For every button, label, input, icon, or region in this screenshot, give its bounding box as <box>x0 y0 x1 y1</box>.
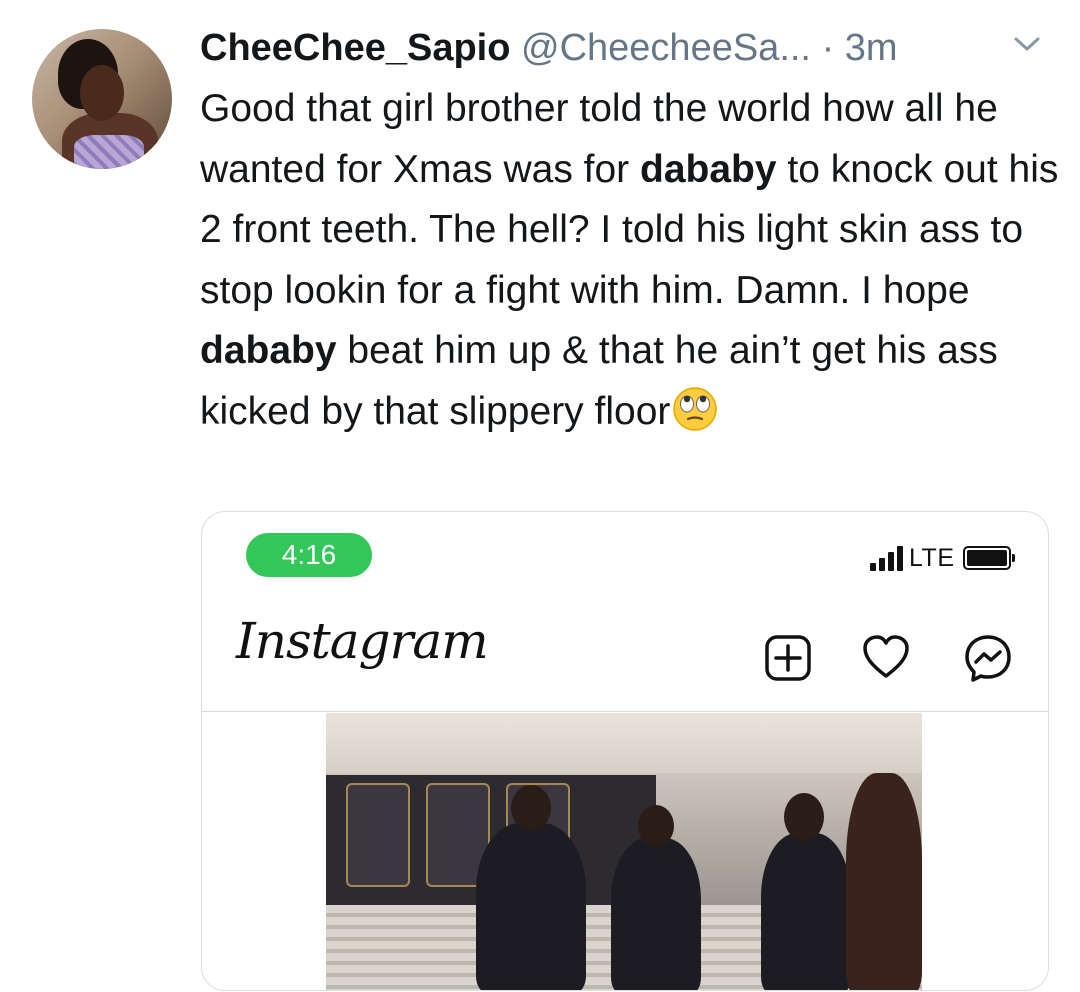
embedded-image[interactable]: 4:16 LTE Instagram <box>201 511 1049 991</box>
messenger-icon <box>965 635 1011 682</box>
tweet-header: CheeChee_Sapio @CheecheeSa... · 3m <box>200 22 1060 74</box>
person <box>846 773 922 990</box>
tweet-text: Good that girl brother told the world ho… <box>200 79 1060 442</box>
avatar-face <box>80 65 124 121</box>
person-head <box>784 793 824 841</box>
signal-bars-icon <box>870 545 903 571</box>
status-bar-right: LTE <box>870 538 1015 578</box>
person <box>761 833 851 990</box>
person-head <box>638 805 674 847</box>
tweet-timestamp[interactable]: 3m <box>845 27 898 69</box>
rolling-eyes-emoji-icon <box>673 386 718 431</box>
video-thumbnail[interactable] <box>326 713 922 990</box>
battery-icon <box>962 546 1015 570</box>
person-head <box>511 785 551 831</box>
plus-square-icon <box>765 635 811 681</box>
divider <box>202 711 1048 712</box>
status-time: 4:16 <box>246 533 372 577</box>
network-type: LTE <box>909 543 955 572</box>
header-separator: · <box>821 27 835 69</box>
instagram-logo: Instagram <box>236 612 489 670</box>
person <box>611 838 701 990</box>
heart-icon <box>863 635 909 678</box>
person <box>476 823 586 990</box>
user-handle[interactable]: @CheecheeSa... <box>521 27 811 69</box>
chevron-down-icon[interactable] <box>1012 34 1042 54</box>
bold-mention: dababy <box>640 147 777 191</box>
avatar[interactable] <box>32 29 172 169</box>
display-name[interactable]: CheeChee_Sapio <box>200 27 510 69</box>
ceiling <box>326 713 922 773</box>
bold-mention: dababy <box>200 329 337 372</box>
avatar-clothing <box>74 135 144 169</box>
wall-decoration <box>346 783 410 887</box>
